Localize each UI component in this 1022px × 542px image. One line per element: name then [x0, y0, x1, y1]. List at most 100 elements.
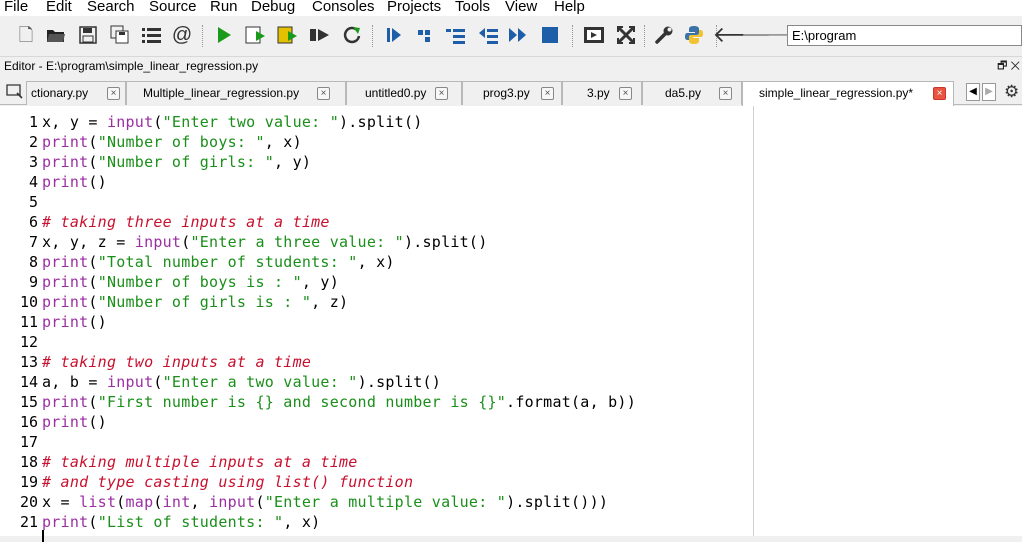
tab-label: ctionary.py	[31, 86, 89, 100]
code-line[interactable]: print("Number of boys: ", x)	[42, 132, 302, 152]
run-icon[interactable]	[212, 23, 236, 47]
working-directory-input[interactable]: E:\program	[787, 25, 1022, 46]
line-number-gutter: 1 2 3 4 5 6 7 8 9 10 11 12 13 14 15 16 17 18 19 20 21	[0, 106, 40, 536]
code-line[interactable]: x, y = input("Enter two value: ").split(…	[42, 112, 423, 132]
stop-icon[interactable]	[538, 23, 562, 47]
maximize-pane-icon[interactable]	[582, 23, 606, 47]
restore-icon[interactable]: 🗗 ✕	[997, 57, 1020, 75]
tab-prog3[interactable]: prog3.py ×	[462, 81, 562, 105]
at-sign-icon[interactable]: @	[170, 23, 194, 47]
fullscreen-icon[interactable]	[614, 23, 638, 47]
close-tab-icon[interactable]: ×	[719, 87, 732, 100]
step-return-icon[interactable]	[476, 23, 500, 47]
code-line[interactable]: print()	[42, 172, 107, 192]
toolbar-separator	[202, 25, 203, 47]
menu-view[interactable]: View	[505, 0, 537, 14]
wrench-icon[interactable]	[652, 23, 676, 47]
gear-icon[interactable]: ⚙	[1004, 82, 1019, 102]
debug-icon[interactable]	[382, 23, 406, 47]
line-number: 9	[28, 273, 38, 291]
line-number: 20	[19, 493, 38, 511]
step-icon[interactable]	[414, 23, 438, 47]
run-cell-icon[interactable]	[244, 23, 268, 47]
run-cell-advance-icon[interactable]	[276, 23, 300, 47]
code-line[interactable]: # and type casting using list() function	[42, 472, 413, 492]
code-line[interactable]: # taking two inputs at a time	[42, 352, 311, 372]
line-number: 3	[28, 153, 38, 171]
menu-source[interactable]: Source	[149, 0, 197, 14]
menu-debug[interactable]: Debug	[251, 0, 295, 14]
code-line[interactable]: print("Number of girls is : ", z)	[42, 292, 348, 312]
menu-file[interactable]: File	[4, 0, 28, 14]
line-number: 14	[19, 373, 38, 391]
new-file-icon[interactable]: 🗋	[14, 23, 38, 47]
scroll-tabs-left-icon[interactable]: ◀	[966, 83, 980, 101]
menu-projects[interactable]: Projects	[387, 0, 441, 14]
continue-icon[interactable]	[506, 23, 530, 47]
menu-run[interactable]: Run	[210, 0, 238, 14]
code-line[interactable]: x = list(map(int, input("Enter a multipl…	[42, 492, 608, 512]
toolbar-separator	[644, 25, 645, 47]
step-into-icon[interactable]	[444, 23, 468, 47]
tab-untitled0[interactable]: untitled0.py ×	[346, 81, 462, 105]
menu-consoles[interactable]: Consoles	[312, 0, 375, 14]
tab-da5[interactable]: da5.py ×	[642, 81, 742, 105]
close-tab-icon[interactable]: ×	[619, 87, 632, 100]
line-number: 18	[19, 453, 38, 471]
toolbar-separator	[572, 25, 573, 47]
menu-tools[interactable]: Tools	[455, 0, 490, 14]
close-tab-icon[interactable]: ×	[541, 87, 554, 100]
line-number: 7	[28, 233, 38, 251]
tab-label: untitled0.py	[365, 86, 427, 100]
list-icon[interactable]	[140, 23, 164, 47]
line-number: 6	[28, 213, 38, 231]
save-all-icon[interactable]	[108, 23, 132, 47]
close-tab-icon[interactable]: ×	[107, 87, 120, 100]
close-tab-icon[interactable]: ×	[317, 87, 330, 100]
code-line[interactable]: print("First number is {} and second num…	[42, 392, 636, 412]
tab-ctionary[interactable]: ctionary.py ×	[26, 81, 126, 105]
scroll-tabs-right-icon[interactable]: ▶	[982, 83, 996, 101]
menu-edit[interactable]: Edit	[46, 0, 72, 14]
rerun-icon[interactable]	[340, 23, 364, 47]
toolbar: 🗋 @ 🡐 🡒 E:\program	[0, 17, 1022, 55]
line-number: 5	[28, 193, 38, 211]
save-icon[interactable]	[76, 23, 100, 47]
code-line[interactable]: print("List of students: ", x)	[42, 512, 320, 532]
code-line[interactable]: print("Number of boys is : ", y)	[42, 272, 339, 292]
code-editor[interactable]: 1 2 3 4 5 6 7 8 9 10 11 12 13 14 15 16 17 18 19 20 21 x, y =…	[0, 106, 1022, 542]
tab-label: Multiple_linear_regression.py	[143, 86, 300, 100]
python-icon[interactable]	[682, 23, 706, 47]
code-line[interactable]: print("Number of girls: ", y)	[42, 152, 311, 172]
line-number: 12	[19, 333, 38, 351]
forward-arrow-icon[interactable]: 🡒	[741, 23, 800, 47]
code-line[interactable]: # taking three inputs at a time	[42, 212, 330, 232]
line-number: 21	[19, 513, 38, 531]
tab-3[interactable]: 3.py ×	[562, 81, 642, 105]
menu-search[interactable]: Search	[87, 0, 135, 14]
editor-title-label: Editor - E:\program\simple_linear_regres…	[4, 59, 259, 73]
close-tab-icon[interactable]: ×	[933, 87, 946, 100]
tab-simple-linear-regression[interactable]: simple_linear_regression.py* ×	[742, 81, 954, 106]
code-line[interactable]: a, b = input("Enter a two value: ").spli…	[42, 372, 441, 392]
line-number: 4	[28, 173, 38, 191]
open-folder-icon[interactable]	[44, 23, 68, 47]
code-line[interactable]: # taking multiple inputs at a time	[42, 452, 358, 472]
editor-pane-title: Editor - E:\program\simple_linear_regres…	[0, 56, 1022, 76]
run-selection-icon[interactable]	[308, 23, 332, 47]
line-number: 16	[19, 413, 38, 431]
edge-line	[753, 106, 754, 536]
line-number: 1	[28, 113, 38, 131]
tab-label: 3.py	[587, 86, 610, 100]
code-line[interactable]: x, y, z = input("Enter a three value: ")…	[42, 232, 488, 252]
menu-bar: File Edit Search Source Run Debug Consol…	[0, 0, 1022, 16]
editor-tab-bar: ctionary.py × Multiple_linear_regression…	[0, 80, 1022, 106]
tab-label: prog3.py	[483, 86, 530, 100]
close-tab-icon[interactable]: ×	[435, 87, 448, 100]
browse-tabs-icon[interactable]	[6, 83, 24, 99]
code-line[interactable]: print()	[42, 312, 107, 332]
menu-help[interactable]: Help	[554, 0, 585, 14]
tab-multiple-linear-regression[interactable]: Multiple_linear_regression.py ×	[126, 81, 346, 105]
code-line[interactable]: print("Total number of students: ", x)	[42, 252, 395, 272]
code-line[interactable]: print()	[42, 412, 107, 432]
